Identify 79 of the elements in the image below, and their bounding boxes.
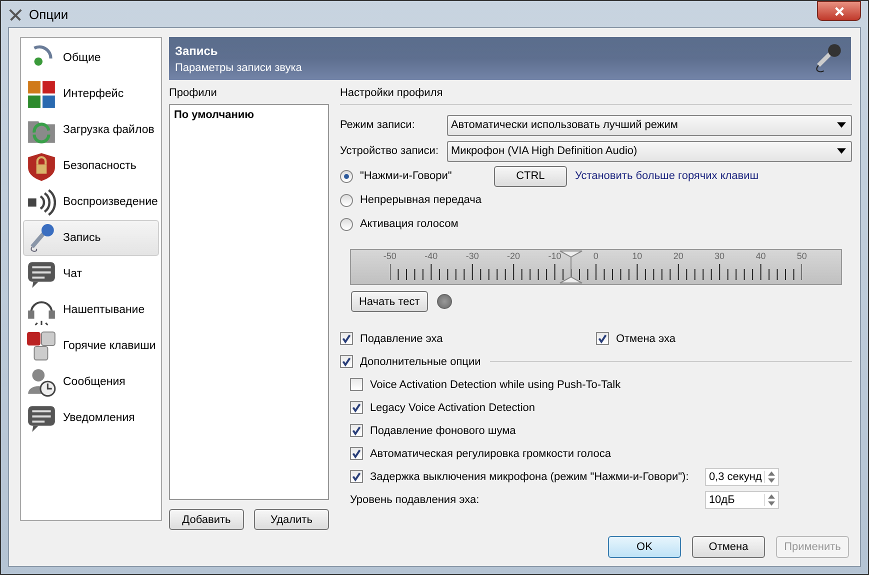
sidebar-item[interactable]: Общие	[23, 40, 159, 76]
radio-label: Активация голосом	[360, 218, 460, 230]
sidebar-item[interactable]: Загрузка файлов	[23, 112, 159, 148]
header-subtitle: Параметры записи звука	[174, 62, 302, 74]
checkbox-label: Отмена эха	[616, 332, 676, 344]
section-label: Профили	[168, 86, 218, 101]
sidebar-item[interactable]: Горячие клавиши	[23, 328, 159, 364]
checkbox[interactable]	[340, 332, 353, 345]
dialog-button[interactable]: OK	[608, 536, 681, 558]
checkbox[interactable]	[350, 401, 363, 414]
sidebar-item[interactable]: Интерфейс	[23, 76, 159, 112]
sidebar-item[interactable]: Чат	[23, 256, 159, 292]
shield-icon	[26, 150, 57, 182]
down-arrow-icon[interactable]	[768, 500, 775, 506]
scale-label: 40	[756, 251, 766, 261]
close-icon	[834, 6, 844, 16]
scale-label: -30	[466, 251, 479, 261]
spin-field[interactable]: 10дБ	[704, 490, 779, 508]
radio-button[interactable]	[340, 194, 353, 206]
hotkey-link[interactable]: Установить больше горячих клавиш	[574, 170, 759, 182]
scale-label: 50	[796, 251, 807, 261]
dropdown[interactable]: Микрофон (VIA High Definition Audio)	[446, 140, 852, 162]
checkbox[interactable]	[350, 378, 363, 391]
start-test-button[interactable]: Начать тест	[350, 291, 428, 312]
profile-item[interactable]: По умолчанию	[174, 109, 324, 121]
checkbox-label: Legacy Voice Activation Detection	[370, 402, 536, 414]
sidebar-item[interactable]: Безопасность	[23, 148, 159, 184]
checkbox-label: Подавление фонового шума	[370, 424, 516, 436]
radio-button[interactable]	[340, 218, 353, 230]
down-arrow-icon[interactable]	[768, 478, 775, 482]
hotkey-button[interactable]: CTRL	[494, 166, 567, 186]
checkbox[interactable]	[340, 355, 353, 368]
radio-label: Непрерывная передача	[360, 194, 482, 206]
profile-button[interactable]: Удалить	[254, 509, 329, 530]
field-label: Устройство записи:	[340, 145, 440, 157]
header-title: Запись	[174, 44, 219, 58]
status-light	[436, 294, 452, 309]
up-arrow-icon[interactable]	[768, 470, 775, 476]
sidebar-item[interactable]: Запись	[23, 220, 159, 256]
scale-label: 0	[593, 251, 598, 261]
caret-icon	[836, 148, 846, 154]
clock-icon	[26, 366, 57, 398]
scale-label: -10	[548, 251, 562, 261]
checkbox-label: Дополнительные опции	[360, 356, 481, 368]
checkbox-label: Задержка выключения микрофона (режим "Нажми-и-Говори"):	[370, 470, 689, 482]
scale-label: 10	[632, 251, 642, 261]
field-label: Уровень подавления эха:	[350, 494, 480, 506]
scale-label: -20	[507, 251, 520, 261]
tiles-icon	[26, 78, 57, 110]
scale-label: 30	[714, 251, 725, 261]
sidebar-item[interactable]: Воспроизведение	[23, 184, 159, 220]
sidebar-item[interactable]: Сообщения	[23, 364, 159, 400]
checkbox-label: Voice Activation Detection while using Push-To-Talk	[370, 378, 621, 390]
radio-button[interactable]	[340, 170, 353, 182]
level-handle[interactable]	[559, 250, 584, 284]
window-title: Опции	[29, 6, 68, 22]
scale-label: 20	[673, 251, 684, 261]
dropdown[interactable]: Автоматически использовать лучший режим	[446, 114, 852, 136]
sidebar-item[interactable]: Уведомления	[23, 400, 159, 436]
radio-label: "Нажми-и-Говори"	[360, 170, 453, 182]
up-arrow-icon[interactable]	[768, 494, 775, 498]
checkbox[interactable]	[596, 332, 609, 345]
caret-icon	[836, 122, 846, 128]
close-button[interactable]	[817, 1, 861, 21]
profile-button[interactable]: Добавить	[168, 509, 244, 530]
checkbox-label: Автоматическая регулировка громкости голоса	[370, 448, 611, 460]
scale-label: -50	[383, 251, 396, 261]
dialog-button[interactable]: Отмена	[692, 536, 765, 558]
checkbox[interactable]	[350, 424, 363, 437]
checkbox[interactable]	[350, 470, 363, 483]
scale-label: -40	[424, 251, 438, 261]
field-label: Режим записи:	[340, 119, 416, 131]
speaker-icon	[26, 186, 57, 218]
checkbox-label: Подавление эха	[360, 332, 443, 344]
spin-field[interactable]: 0,3 секунд	[704, 468, 779, 486]
keys-icon	[26, 330, 57, 362]
section-label: Настройки профиля	[340, 87, 443, 99]
sidebar-item[interactable]: Нашептывание	[23, 292, 159, 328]
checkbox[interactable]	[350, 447, 363, 460]
